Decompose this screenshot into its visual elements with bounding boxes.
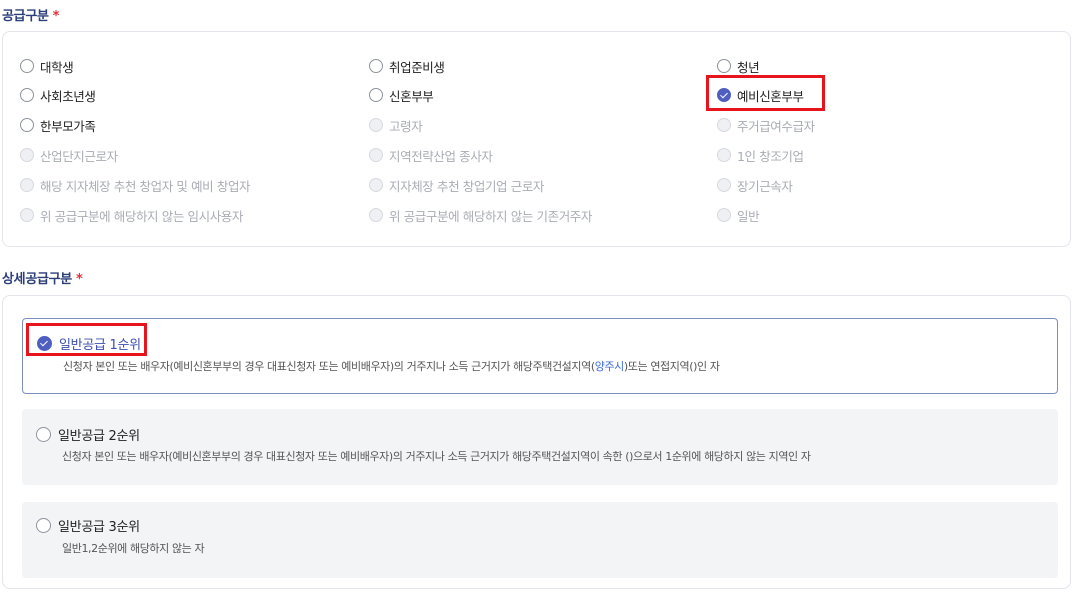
detail-options-panel: 일반공급 1순위 신청자 본인 또는 배우자(예비신혼부부의 경우 대표신청자 … <box>2 295 1071 589</box>
option-label: 장기근속자 <box>737 178 793 194</box>
supply-option-long-term-employee: 장기근속자 <box>717 176 793 194</box>
supply-option-housing-benefit: 주거급여수급자 <box>717 116 815 134</box>
card-label: 일반공급 3순위 <box>58 520 140 535</box>
radio-icon <box>20 59 34 73</box>
option-label: 한부모가족 <box>40 118 96 134</box>
option-label: 위 공급구분에 해당하지 않는 임시사용자 <box>40 208 243 224</box>
supply-option-university-student[interactable]: 대학생 <box>20 57 74 75</box>
radio-icon <box>36 427 51 442</box>
option-label: 지역전략산업 종사자 <box>389 148 493 164</box>
supply-option-general: 일반 <box>717 206 760 224</box>
desc-text: 신청자 본인 또는 배우자(예비신혼부부의 경우 대표신청자 또는 예비배우자)… <box>63 360 595 373</box>
radio-disabled-icon <box>717 118 731 132</box>
card-header: 일반공급 3순위 <box>36 516 140 535</box>
option-label: 일반 <box>737 208 760 224</box>
supply-option-youth[interactable]: 청년 <box>717 57 760 75</box>
card-description: 신청자 본인 또는 배우자(예비신혼부부의 경우 대표신청자 또는 예비배우자)… <box>63 358 720 374</box>
radio-disabled-icon <box>369 178 383 192</box>
radio-disabled-icon <box>717 178 731 192</box>
supply-option-industrial-worker: 산업단지근로자 <box>20 146 118 164</box>
supply-option-startup-worker: 지자체장 추천 창업기업 근로자 <box>369 176 544 194</box>
required-mark: * <box>75 272 83 287</box>
supply-option-early-career[interactable]: 사회초년생 <box>20 86 96 104</box>
radio-icon <box>717 59 731 73</box>
required-mark: * <box>52 9 60 24</box>
card-description: 일반1,2순위에 해당하지 않는 자 <box>62 542 205 555</box>
option-label: 사회초년생 <box>40 88 96 104</box>
option-label: 취업준비생 <box>389 59 445 75</box>
option-label: 신혼부부 <box>389 88 434 104</box>
card-description: 신청자 본인 또는 배우자(예비신혼부부의 경우 대표신청자 또는 예비배우자)… <box>62 450 811 463</box>
supply-option-strategic-industry: 지역전략산업 종사자 <box>369 146 493 164</box>
supply-option-temporary-user: 위 공급구분에 해당하지 않는 임시사용자 <box>20 206 243 224</box>
detail-section-title: 상세공급구분 * <box>2 268 83 287</box>
radio-disabled-icon <box>20 148 34 162</box>
option-label: 고령자 <box>389 118 423 134</box>
radio-disabled-icon <box>20 178 34 192</box>
supply-option-solo-enterprise: 1인 창조기업 <box>717 146 804 164</box>
supply-option-recommended-founder: 해당 지자체장 추천 창업자 및 예비 창업자 <box>20 176 251 194</box>
radio-disabled-icon <box>717 208 731 222</box>
radio-disabled-icon <box>717 148 731 162</box>
supply-option-elderly: 고령자 <box>369 116 423 134</box>
option-label: 주거급여수급자 <box>737 118 815 134</box>
detail-card-general-rank1[interactable]: 일반공급 1순위 신청자 본인 또는 배우자(예비신혼부부의 경우 대표신청자 … <box>22 318 1058 394</box>
radio-disabled-icon <box>369 148 383 162</box>
supply-title-text: 공급구분 <box>2 9 49 24</box>
radio-disabled-icon <box>20 208 34 222</box>
detail-card-general-rank2[interactable]: 일반공급 2순위 신청자 본인 또는 배우자(예비신혼부부의 경우 대표신청자 … <box>22 409 1058 485</box>
supply-section-title: 공급구분 * <box>2 5 59 24</box>
highlight-box-engaged-couple <box>706 75 825 111</box>
card-header: 일반공급 2순위 <box>36 425 140 444</box>
detail-card-general-rank3[interactable]: 일반공급 3순위 일반1,2순위에 해당하지 않는 자 <box>22 502 1058 578</box>
supply-option-existing-resident: 위 공급구분에 해당하지 않는 기존거주자 <box>369 206 592 224</box>
option-label: 대학생 <box>40 59 74 75</box>
detail-title-text: 상세공급구분 <box>2 272 72 287</box>
supply-option-newlyweds[interactable]: 신혼부부 <box>369 86 434 104</box>
option-label: 산업단지근로자 <box>40 148 118 164</box>
radio-disabled-icon <box>369 208 383 222</box>
region-link[interactable]: 양주시 <box>595 360 625 373</box>
option-label: 위 공급구분에 해당하지 않는 기존거주자 <box>389 208 592 224</box>
radio-icon <box>20 118 34 132</box>
radio-icon <box>20 88 34 102</box>
option-label: 청년 <box>737 59 760 75</box>
option-label: 해당 지자체장 추천 창업자 및 예비 창업자 <box>40 178 251 194</box>
option-label: 1인 창조기업 <box>737 148 804 164</box>
supply-option-single-parent[interactable]: 한부모가족 <box>20 116 96 134</box>
supply-options-panel: 대학생 취업준비생 청년 사회초년생 신혼부부 예비신혼부부 한부모가족 고령자… <box>2 31 1071 247</box>
supply-option-job-seeker[interactable]: 취업준비생 <box>369 57 445 75</box>
card-label: 일반공급 2순위 <box>58 429 140 444</box>
radio-disabled-icon <box>369 118 383 132</box>
highlight-box-rank1 <box>26 323 147 356</box>
option-label: 지자체장 추천 창업기업 근로자 <box>389 178 545 194</box>
radio-icon <box>369 59 383 73</box>
radio-icon <box>36 518 51 533</box>
desc-text: )또는 연접지역()인 자 <box>623 360 720 373</box>
radio-icon <box>369 88 383 102</box>
